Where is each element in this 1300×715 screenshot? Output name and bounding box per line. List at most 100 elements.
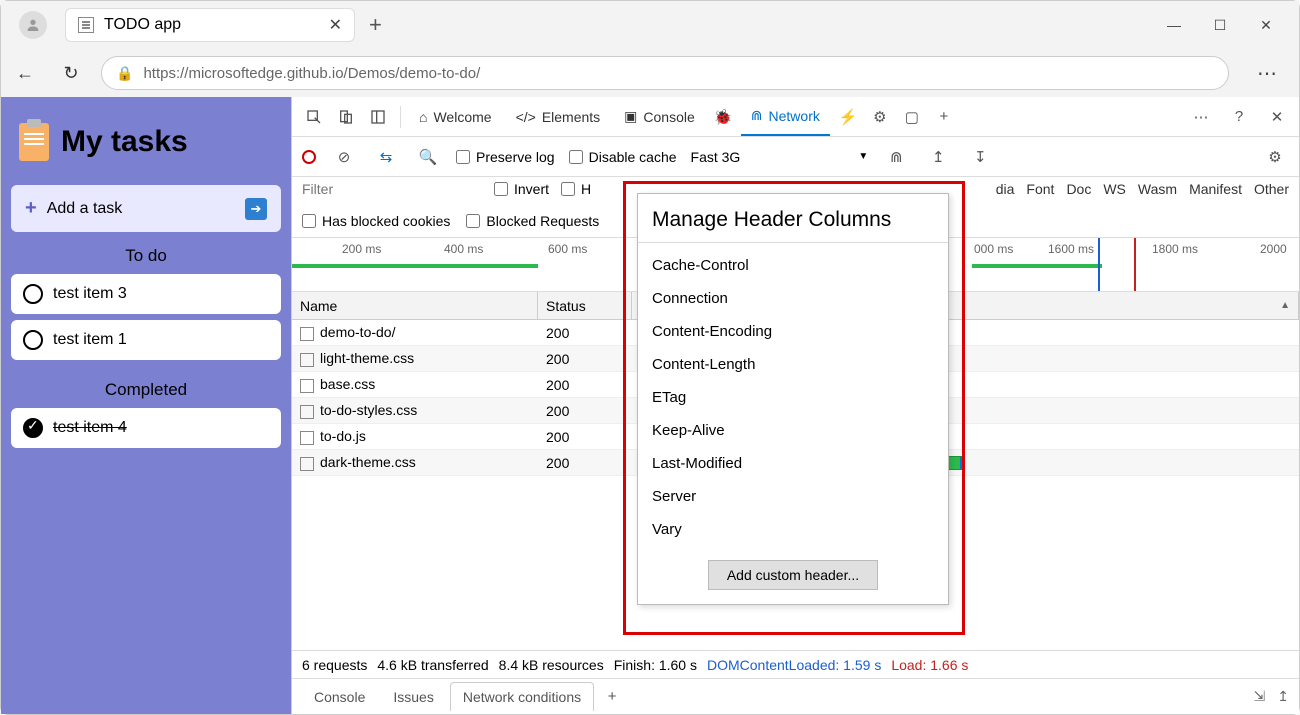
tab-welcome[interactable]: ⌂Welcome bbox=[409, 98, 502, 136]
status-requests: 6 requests bbox=[302, 657, 367, 673]
request-status: 200 bbox=[538, 325, 632, 341]
filter-toggle-icon[interactable]: ⇆ bbox=[372, 143, 400, 171]
header-column-option[interactable]: Last-Modified bbox=[638, 447, 948, 480]
import-icon[interactable]: ↥ bbox=[924, 143, 952, 171]
devtools-drawer: Console Issues Network conditions + ⇲ ↥ bbox=[292, 678, 1299, 714]
performance-icon[interactable]: ⚡ bbox=[834, 103, 862, 131]
filter-type-doc[interactable]: Doc bbox=[1066, 181, 1091, 197]
rendered-page: My tasks + Add a task ➔ To do test item … bbox=[1, 97, 291, 714]
clear-button[interactable]: ⊘ bbox=[330, 143, 358, 171]
add-task-input[interactable]: + Add a task ➔ bbox=[11, 185, 281, 232]
col-status[interactable]: Status bbox=[538, 292, 632, 319]
devtools-close-button[interactable]: ✕ bbox=[1263, 103, 1291, 131]
bug-icon[interactable]: 🐞 bbox=[709, 103, 737, 131]
devtools-tabbar: ⌂Welcome </>Elements ▣Console 🐞 ⋒Network… bbox=[292, 97, 1299, 137]
record-button[interactable] bbox=[302, 150, 316, 164]
dock-icon[interactable] bbox=[364, 103, 392, 131]
header-column-option[interactable]: Content-Encoding bbox=[638, 315, 948, 348]
status-transferred: 4.6 kB transferred bbox=[377, 657, 488, 673]
app-icon[interactable]: ▢ bbox=[898, 103, 926, 131]
header-column-option[interactable]: Content-Length bbox=[638, 348, 948, 381]
filter-type-other[interactable]: Other bbox=[1254, 181, 1289, 197]
throttling-select[interactable]: Fast 3G bbox=[691, 149, 741, 165]
drawer-icon-2[interactable]: ↥ bbox=[1277, 688, 1289, 705]
url-input[interactable]: 🔒 https://microsoftedge.github.io/Demos/… bbox=[101, 56, 1229, 90]
browser-tab[interactable]: TODO app ✕ bbox=[65, 8, 355, 42]
tab-elements[interactable]: </>Elements bbox=[506, 98, 611, 136]
tab-close-button[interactable]: ✕ bbox=[329, 15, 342, 35]
blocked-requests-checkbox[interactable]: Blocked Requests bbox=[466, 213, 599, 229]
export-icon[interactable]: ↧ bbox=[966, 143, 994, 171]
drawer-icon-1[interactable]: ⇲ bbox=[1254, 688, 1266, 705]
add-task-label: Add a task bbox=[47, 200, 123, 218]
file-icon bbox=[300, 379, 314, 393]
request-name: light-theme.css bbox=[320, 350, 414, 366]
window-titlebar: TODO app ✕ + — ☐ ✕ bbox=[1, 1, 1299, 49]
file-icon bbox=[300, 327, 314, 341]
status-dcl: DOMContentLoaded: 1.59 s bbox=[707, 657, 881, 673]
wifi-conditions-icon[interactable]: ⋒ bbox=[882, 143, 910, 171]
add-custom-header-button[interactable]: Add custom header... bbox=[708, 560, 878, 590]
filter-type-font[interactable]: Font bbox=[1026, 181, 1054, 197]
header-column-option[interactable]: Vary bbox=[638, 513, 948, 546]
page-title: My tasks bbox=[61, 125, 188, 159]
device-toggle-icon[interactable] bbox=[332, 103, 360, 131]
manage-header-columns-popup: Manage Header Columns Cache-ControlConne… bbox=[637, 193, 949, 605]
task-checkbox[interactable] bbox=[23, 284, 43, 304]
task-label: test item 1 bbox=[53, 331, 127, 349]
status-finish: Finish: 1.60 s bbox=[614, 657, 697, 673]
header-column-option[interactable]: ETag bbox=[638, 381, 948, 414]
filter-type-ws[interactable]: WS bbox=[1103, 181, 1126, 197]
task-label: test item 4 bbox=[53, 419, 127, 437]
preserve-log-checkbox[interactable]: Preserve log bbox=[456, 149, 555, 165]
invert-checkbox[interactable]: Invert bbox=[494, 181, 549, 197]
request-status: 200 bbox=[538, 429, 632, 445]
task-item-completed[interactable]: test item 4 bbox=[11, 408, 281, 448]
inspect-icon[interactable] bbox=[300, 103, 328, 131]
task-checkbox[interactable] bbox=[23, 330, 43, 350]
add-tab-button[interactable]: + bbox=[930, 103, 958, 131]
window-maximize-button[interactable]: ☐ bbox=[1211, 17, 1229, 34]
request-status: 200 bbox=[538, 377, 632, 393]
browser-menu-button[interactable]: ⋯ bbox=[1257, 61, 1277, 86]
window-minimize-button[interactable]: — bbox=[1165, 17, 1183, 34]
throttling-dropdown-icon[interactable]: ▼ bbox=[858, 151, 868, 162]
request-status: 200 bbox=[538, 455, 632, 471]
window-close-button[interactable]: ✕ bbox=[1257, 17, 1275, 34]
drawer-issues[interactable]: Issues bbox=[381, 683, 445, 711]
filter-type-manifest[interactable]: Manifest bbox=[1189, 181, 1242, 197]
request-status: 200 bbox=[538, 351, 632, 367]
task-checkbox[interactable] bbox=[23, 418, 43, 438]
hide-data-checkbox[interactable]: H bbox=[561, 181, 591, 197]
settings-icon[interactable]: ⚙ bbox=[866, 103, 894, 131]
drawer-add-button[interactable]: + bbox=[598, 683, 626, 711]
profile-avatar[interactable] bbox=[19, 11, 47, 39]
drawer-console[interactable]: Console bbox=[302, 683, 377, 711]
completed-heading: Completed bbox=[11, 366, 281, 408]
new-tab-button[interactable]: + bbox=[369, 12, 382, 38]
more-tools-button[interactable]: ⋯ bbox=[1187, 103, 1215, 131]
submit-arrow-icon[interactable]: ➔ bbox=[245, 198, 267, 220]
back-button[interactable]: ← bbox=[9, 57, 41, 89]
search-icon[interactable]: 🔍 bbox=[414, 143, 442, 171]
tab-network[interactable]: ⋒Network bbox=[741, 98, 830, 136]
col-name[interactable]: Name bbox=[292, 292, 538, 319]
tab-console[interactable]: ▣Console bbox=[614, 98, 705, 136]
disable-cache-checkbox[interactable]: Disable cache bbox=[569, 149, 677, 165]
popup-title: Manage Header Columns bbox=[638, 194, 948, 243]
filter-type-dia[interactable]: dia bbox=[996, 181, 1015, 197]
task-item[interactable]: test item 3 bbox=[11, 274, 281, 314]
header-column-option[interactable]: Connection bbox=[638, 282, 948, 315]
network-settings-icon[interactable]: ⚙ bbox=[1261, 143, 1289, 171]
header-column-option[interactable]: Server bbox=[638, 480, 948, 513]
refresh-button[interactable]: ↻ bbox=[55, 57, 87, 89]
network-toolbar: ⊘ ⇆ 🔍 Preserve log Disable cache Fast 3G… bbox=[292, 137, 1299, 177]
drawer-network-conditions[interactable]: Network conditions bbox=[450, 682, 594, 711]
header-column-option[interactable]: Cache-Control bbox=[638, 249, 948, 282]
help-button[interactable]: ? bbox=[1225, 103, 1253, 131]
header-column-option[interactable]: Keep-Alive bbox=[638, 414, 948, 447]
task-item[interactable]: test item 1 bbox=[11, 320, 281, 360]
filter-type-wasm[interactable]: Wasm bbox=[1138, 181, 1177, 197]
blocked-cookies-checkbox[interactable]: Has blocked cookies bbox=[302, 213, 450, 229]
filter-input[interactable] bbox=[302, 181, 482, 197]
